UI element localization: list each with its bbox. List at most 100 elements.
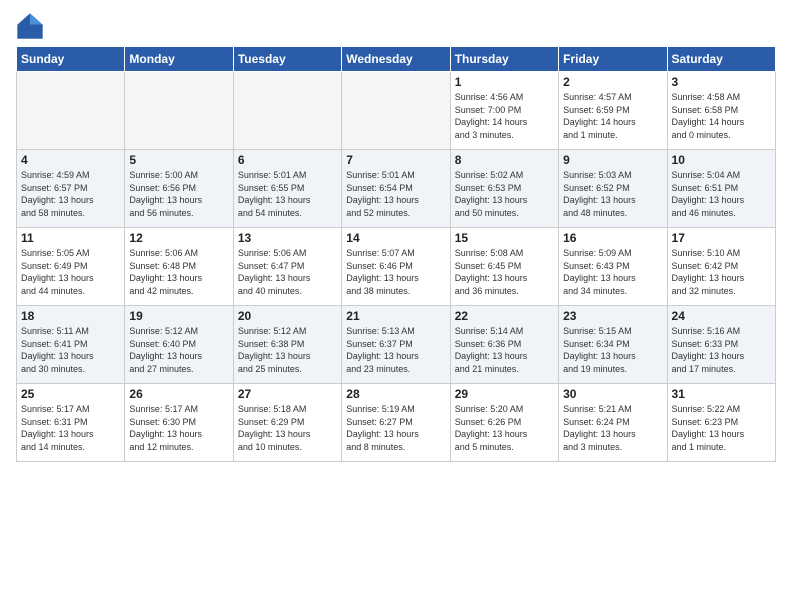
calendar-cell: 4Sunrise: 4:59 AM Sunset: 6:57 PM Daylig… bbox=[17, 150, 125, 228]
day-info: Sunrise: 5:14 AM Sunset: 6:36 PM Dayligh… bbox=[455, 325, 554, 375]
calendar-cell: 10 Sunrise: 5:04 AM Sunset: 6:51 PM Dayli… bbox=[667, 150, 775, 228]
day-info: Sunrise: 5:11 AM Sunset: 6:41 PM Dayligh… bbox=[21, 325, 120, 375]
day-number: 11 bbox=[21, 231, 120, 245]
calendar-cell: 1 Sunrise: 4:56 AM Sunset: 7:00 PM Daylig… bbox=[450, 72, 558, 150]
day-info: Sunrise: 5:01 AM Sunset: 6:54 PM Dayligh… bbox=[346, 169, 445, 219]
day-number: 13 bbox=[238, 231, 337, 245]
day-number: 19 bbox=[129, 309, 228, 323]
day-number: 9 bbox=[563, 153, 662, 167]
day-info: Sunrise: 4:58 AM Sunset: 6:58 PM Dayligh… bbox=[672, 91, 771, 141]
day-info: Sunrise: 5:08 AM Sunset: 6:45 PM Dayligh… bbox=[455, 247, 554, 297]
day-number: 14 bbox=[346, 231, 445, 245]
day-info: Sunrise: 5:21 AM Sunset: 6:24 PM Dayligh… bbox=[563, 403, 662, 453]
day-info: Sunrise: 5:09 AM Sunset: 6:43 PM Dayligh… bbox=[563, 247, 662, 297]
day-number: 30 bbox=[563, 387, 662, 401]
day-number: 1 bbox=[455, 75, 554, 89]
day-header-sunday: Sunday bbox=[17, 47, 125, 72]
calendar-cell: 30 Sunrise: 5:21 AM Sunset: 6:24 PM Dayli… bbox=[559, 384, 667, 462]
calendar-cell: 5Sunrise: 5:00 AM Sunset: 6:56 PM Daylig… bbox=[125, 150, 233, 228]
calendar-header-row: SundayMondayTuesdayWednesdayThursdayFrid… bbox=[17, 47, 776, 72]
calendar-cell: 16 Sunrise: 5:09 AM Sunset: 6:43 PM Dayli… bbox=[559, 228, 667, 306]
calendar-cell: 17 Sunrise: 5:10 AM Sunset: 6:42 PM Dayli… bbox=[667, 228, 775, 306]
calendar-cell: 25 Sunrise: 5:17 AM Sunset: 6:31 PM Dayli… bbox=[17, 384, 125, 462]
calendar-cell: 29 Sunrise: 5:20 AM Sunset: 6:26 PM Dayli… bbox=[450, 384, 558, 462]
day-number: 25 bbox=[21, 387, 120, 401]
day-info: Sunrise: 5:22 AM Sunset: 6:23 PM Dayligh… bbox=[672, 403, 771, 453]
calendar-week-3: 18 Sunrise: 5:11 AM Sunset: 6:41 PM Dayli… bbox=[17, 306, 776, 384]
day-number: 21 bbox=[346, 309, 445, 323]
calendar-cell bbox=[233, 72, 341, 150]
day-info: Sunrise: 5:03 AM Sunset: 6:52 PM Dayligh… bbox=[563, 169, 662, 219]
day-number: 15 bbox=[455, 231, 554, 245]
calendar-week-4: 25 Sunrise: 5:17 AM Sunset: 6:31 PM Dayli… bbox=[17, 384, 776, 462]
calendar-cell bbox=[342, 72, 450, 150]
day-info: Sunrise: 5:01 AM Sunset: 6:55 PM Dayligh… bbox=[238, 169, 337, 219]
calendar-cell: 11 Sunrise: 5:05 AM Sunset: 6:49 PM Dayli… bbox=[17, 228, 125, 306]
calendar-week-1: 4Sunrise: 4:59 AM Sunset: 6:57 PM Daylig… bbox=[17, 150, 776, 228]
day-number: 16 bbox=[563, 231, 662, 245]
calendar-cell bbox=[125, 72, 233, 150]
header bbox=[16, 12, 776, 40]
day-info: Sunrise: 5:06 AM Sunset: 6:47 PM Dayligh… bbox=[238, 247, 337, 297]
day-number: 23 bbox=[563, 309, 662, 323]
day-number: 18 bbox=[21, 309, 120, 323]
day-info: Sunrise: 5:12 AM Sunset: 6:40 PM Dayligh… bbox=[129, 325, 228, 375]
day-header-wednesday: Wednesday bbox=[342, 47, 450, 72]
day-info: Sunrise: 5:13 AM Sunset: 6:37 PM Dayligh… bbox=[346, 325, 445, 375]
day-info: Sunrise: 5:04 AM Sunset: 6:51 PM Dayligh… bbox=[672, 169, 771, 219]
calendar-cell: 26 Sunrise: 5:17 AM Sunset: 6:30 PM Dayli… bbox=[125, 384, 233, 462]
day-number: 5 bbox=[129, 153, 228, 167]
day-info: Sunrise: 5:18 AM Sunset: 6:29 PM Dayligh… bbox=[238, 403, 337, 453]
logo bbox=[16, 12, 48, 40]
day-info: Sunrise: 5:17 AM Sunset: 6:30 PM Dayligh… bbox=[129, 403, 228, 453]
day-number: 17 bbox=[672, 231, 771, 245]
day-number: 8 bbox=[455, 153, 554, 167]
day-number: 28 bbox=[346, 387, 445, 401]
day-info: Sunrise: 5:16 AM Sunset: 6:33 PM Dayligh… bbox=[672, 325, 771, 375]
calendar-cell: 21 Sunrise: 5:13 AM Sunset: 6:37 PM Dayli… bbox=[342, 306, 450, 384]
day-header-monday: Monday bbox=[125, 47, 233, 72]
calendar-week-2: 11 Sunrise: 5:05 AM Sunset: 6:49 PM Dayli… bbox=[17, 228, 776, 306]
day-number: 6 bbox=[238, 153, 337, 167]
calendar-cell: 28 Sunrise: 5:19 AM Sunset: 6:27 PM Dayli… bbox=[342, 384, 450, 462]
day-number: 3 bbox=[672, 75, 771, 89]
calendar-cell: 13 Sunrise: 5:06 AM Sunset: 6:47 PM Dayli… bbox=[233, 228, 341, 306]
calendar-cell: 24 Sunrise: 5:16 AM Sunset: 6:33 PM Dayli… bbox=[667, 306, 775, 384]
day-number: 22 bbox=[455, 309, 554, 323]
calendar-cell: 15 Sunrise: 5:08 AM Sunset: 6:45 PM Dayli… bbox=[450, 228, 558, 306]
calendar-cell: 27 Sunrise: 5:18 AM Sunset: 6:29 PM Dayli… bbox=[233, 384, 341, 462]
calendar-cell: 6 Sunrise: 5:01 AM Sunset: 6:55 PM Daylig… bbox=[233, 150, 341, 228]
day-header-thursday: Thursday bbox=[450, 47, 558, 72]
day-info: Sunrise: 5:15 AM Sunset: 6:34 PM Dayligh… bbox=[563, 325, 662, 375]
day-number: 27 bbox=[238, 387, 337, 401]
calendar-cell: 2 Sunrise: 4:57 AM Sunset: 6:59 PM Daylig… bbox=[559, 72, 667, 150]
day-number: 10 bbox=[672, 153, 771, 167]
day-number: 7 bbox=[346, 153, 445, 167]
logo-icon bbox=[16, 12, 44, 40]
day-info: Sunrise: 4:57 AM Sunset: 6:59 PM Dayligh… bbox=[563, 91, 662, 141]
calendar-cell: 18 Sunrise: 5:11 AM Sunset: 6:41 PM Dayli… bbox=[17, 306, 125, 384]
day-number: 2 bbox=[563, 75, 662, 89]
calendar-cell: 8Sunrise: 5:02 AM Sunset: 6:53 PM Daylig… bbox=[450, 150, 558, 228]
day-info: Sunrise: 5:07 AM Sunset: 6:46 PM Dayligh… bbox=[346, 247, 445, 297]
day-header-friday: Friday bbox=[559, 47, 667, 72]
day-info: Sunrise: 4:59 AM Sunset: 6:57 PM Dayligh… bbox=[21, 169, 120, 219]
day-info: Sunrise: 5:10 AM Sunset: 6:42 PM Dayligh… bbox=[672, 247, 771, 297]
calendar-cell: 19 Sunrise: 5:12 AM Sunset: 6:40 PM Dayli… bbox=[125, 306, 233, 384]
day-info: Sunrise: 5:19 AM Sunset: 6:27 PM Dayligh… bbox=[346, 403, 445, 453]
day-number: 26 bbox=[129, 387, 228, 401]
day-info: Sunrise: 5:05 AM Sunset: 6:49 PM Dayligh… bbox=[21, 247, 120, 297]
calendar-cell: 14 Sunrise: 5:07 AM Sunset: 6:46 PM Dayli… bbox=[342, 228, 450, 306]
calendar: SundayMondayTuesdayWednesdayThursdayFrid… bbox=[16, 46, 776, 462]
page-container: SundayMondayTuesdayWednesdayThursdayFrid… bbox=[0, 0, 792, 470]
day-info: Sunrise: 5:17 AM Sunset: 6:31 PM Dayligh… bbox=[21, 403, 120, 453]
day-number: 24 bbox=[672, 309, 771, 323]
day-info: Sunrise: 5:20 AM Sunset: 6:26 PM Dayligh… bbox=[455, 403, 554, 453]
day-info: Sunrise: 5:06 AM Sunset: 6:48 PM Dayligh… bbox=[129, 247, 228, 297]
calendar-cell: 20Sunrise: 5:12 AM Sunset: 6:38 PM Dayli… bbox=[233, 306, 341, 384]
calendar-cell: 7 Sunrise: 5:01 AM Sunset: 6:54 PM Daylig… bbox=[342, 150, 450, 228]
day-info: Sunrise: 4:56 AM Sunset: 7:00 PM Dayligh… bbox=[455, 91, 554, 141]
day-number: 29 bbox=[455, 387, 554, 401]
calendar-cell: 31Sunrise: 5:22 AM Sunset: 6:23 PM Dayli… bbox=[667, 384, 775, 462]
day-number: 20 bbox=[238, 309, 337, 323]
